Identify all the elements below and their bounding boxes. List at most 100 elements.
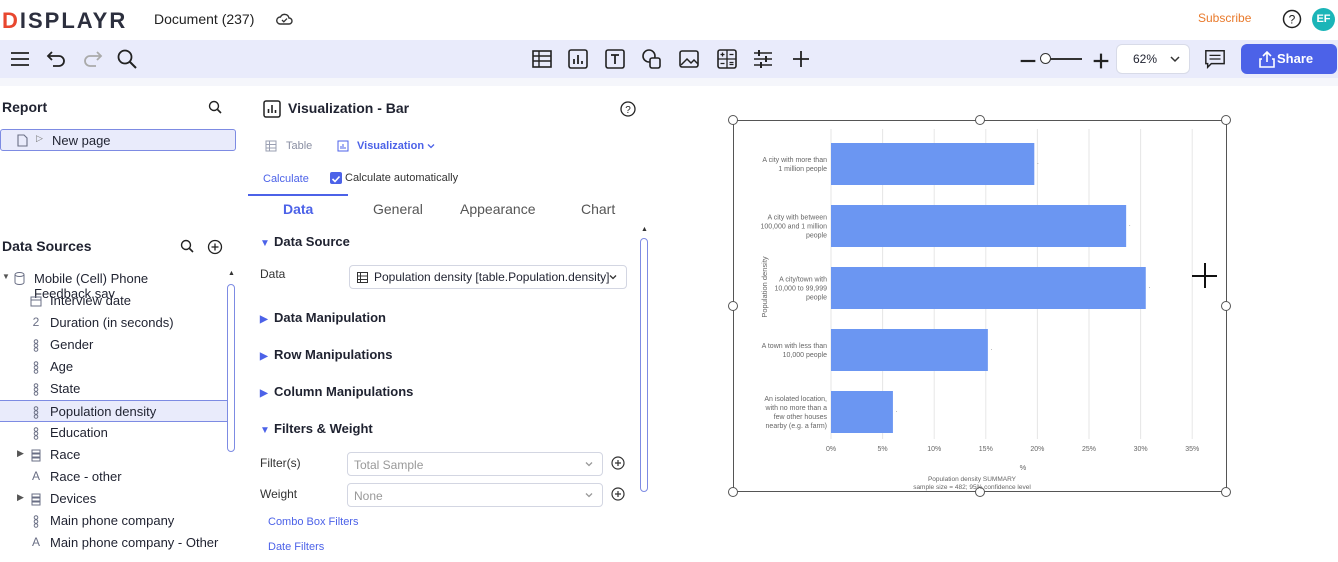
add-filter-icon[interactable] bbox=[611, 456, 625, 470]
expand-arrow-icon[interactable]: ▶ bbox=[17, 492, 24, 503]
variable-age[interactable]: Age bbox=[0, 356, 228, 378]
calculate-automatically-checkbox[interactable] bbox=[330, 172, 342, 184]
bar-marker: . bbox=[896, 408, 897, 414]
page-icon bbox=[17, 134, 28, 147]
calculate-button[interactable]: Calculate bbox=[263, 173, 309, 185]
controls-icon[interactable] bbox=[752, 48, 774, 70]
tab-general[interactable]: General bbox=[373, 201, 423, 217]
variable-label: State bbox=[50, 381, 81, 396]
menu-icon[interactable] bbox=[9, 48, 31, 70]
top-bar: DISPLAYR Document (237) Subscribe ? EF bbox=[0, 0, 1338, 40]
variable-race[interactable]: ▶ Race bbox=[0, 444, 228, 466]
variable-label: Race bbox=[50, 447, 81, 462]
section-column-manipulations[interactable]: ▶ Column Manipulations bbox=[260, 384, 413, 399]
table-icon bbox=[357, 272, 368, 283]
variable-main-phone-company[interactable]: Main phone company bbox=[0, 510, 228, 532]
x-tick-label: 10% bbox=[927, 446, 941, 453]
variable-interview-date[interactable]: Interview date bbox=[0, 290, 228, 312]
svg-text:?: ? bbox=[625, 105, 631, 116]
chevron-down-icon bbox=[585, 493, 593, 498]
chart-footer-sample: sample size = 482; 95% confidence level bbox=[913, 484, 1031, 491]
variable-label: Devices bbox=[50, 491, 97, 506]
text-icon[interactable] bbox=[604, 48, 626, 70]
tab-chart[interactable]: Chart bbox=[581, 201, 615, 217]
variable-duration[interactable]: 2 Duration (in seconds) bbox=[0, 312, 228, 334]
chart-icon[interactable] bbox=[567, 48, 589, 70]
variable-label: Main phone company - Other bbox=[50, 535, 219, 550]
expand-arrow-icon: ▶ bbox=[260, 314, 268, 325]
data-file-row[interactable]: ▼ Mobile (Cell) Phone Feedback.sav bbox=[0, 268, 228, 301]
expand-arrow-icon[interactable]: ▶ bbox=[17, 448, 24, 459]
weight-select[interactable]: None bbox=[347, 483, 603, 507]
page-item-new-page[interactable]: ▷ New page bbox=[0, 129, 236, 151]
weight-select-value: None bbox=[354, 489, 383, 503]
section-filters-weight[interactable]: ▼ Filters & Weight bbox=[260, 421, 373, 436]
add-data-source-icon[interactable] bbox=[207, 239, 223, 255]
category-label-line: 10,000 people bbox=[783, 352, 827, 359]
variable-education[interactable]: Education bbox=[0, 422, 228, 444]
document-title[interactable]: Document (237) bbox=[154, 11, 254, 27]
date-filters-link[interactable]: Date Filters bbox=[268, 541, 324, 553]
share-button[interactable]: Share bbox=[1241, 44, 1337, 74]
shapes-icon[interactable] bbox=[641, 48, 663, 70]
section-row-manipulations[interactable]: ▶ Row Manipulations bbox=[260, 347, 392, 362]
redo-icon[interactable] bbox=[81, 48, 103, 70]
zoom-in-icon[interactable] bbox=[1090, 50, 1112, 72]
x-tick-label: 0% bbox=[826, 446, 836, 453]
chevron-down-icon bbox=[585, 462, 593, 467]
category-label-line: An isolated location, bbox=[764, 396, 827, 403]
object-inspector: Visualization - Bar ? Table Visualizatio… bbox=[248, 86, 658, 562]
variable-population-density[interactable]: Population density bbox=[0, 400, 228, 422]
variable-gender[interactable]: Gender bbox=[0, 334, 228, 356]
help-icon[interactable]: ? bbox=[1282, 9, 1302, 29]
calculation-icon[interactable] bbox=[716, 48, 738, 70]
variable-label: Race - other bbox=[50, 469, 122, 484]
crumb-table[interactable]: Table bbox=[286, 140, 312, 152]
search-icon[interactable] bbox=[116, 48, 138, 70]
zoom-slider-handle[interactable] bbox=[1040, 53, 1051, 64]
section-data-manipulation[interactable]: ▶ Data Manipulation bbox=[260, 310, 386, 325]
tab-appearance[interactable]: Appearance bbox=[460, 201, 536, 217]
subscribe-link[interactable]: Subscribe bbox=[1198, 11, 1251, 25]
svg-text:?: ? bbox=[1289, 13, 1296, 27]
displayr-logo[interactable]: DISPLAYR bbox=[2, 8, 127, 34]
x-tick-label: 15% bbox=[979, 446, 993, 453]
user-avatar[interactable]: EF bbox=[1312, 8, 1335, 31]
data-sources-search-icon[interactable] bbox=[180, 239, 194, 253]
add-icon[interactable] bbox=[790, 48, 812, 70]
expand-arrow-icon: ▶ bbox=[260, 351, 268, 362]
bar-marker: . bbox=[1129, 222, 1130, 228]
filters-select[interactable]: Total Sample bbox=[347, 452, 603, 476]
scroll-up-icon[interactable]: ▲ bbox=[641, 226, 648, 233]
zoom-out-icon[interactable] bbox=[1017, 50, 1039, 72]
collapse-arrow-icon: ▼ bbox=[260, 238, 270, 249]
chevron-down-icon[interactable] bbox=[426, 141, 436, 151]
variable-race-other[interactable]: A Race - other bbox=[0, 466, 228, 488]
image-icon[interactable] bbox=[678, 48, 700, 70]
x-tick-label: 5% bbox=[878, 446, 888, 453]
category-label-line: 1 million people bbox=[778, 166, 827, 173]
variable-main-phone-company-other[interactable]: A Main phone company - Other bbox=[0, 532, 228, 554]
x-axis-label: % bbox=[1020, 463, 1027, 472]
category-label-line: A town with less than bbox=[762, 343, 827, 350]
add-weight-icon[interactable] bbox=[611, 487, 625, 501]
comment-icon[interactable] bbox=[1204, 48, 1226, 70]
bar-chart[interactable]: 0% 5% 10% 15% 20% 25% 30% 35%. A city with more … bbox=[734, 121, 1226, 491]
combo-box-filters-link[interactable]: Combo Box Filters bbox=[268, 516, 358, 528]
zoom-select[interactable]: 62% bbox=[1116, 44, 1190, 74]
section-data-source[interactable]: ▼ Data Source bbox=[260, 234, 350, 249]
undo-icon[interactable] bbox=[46, 48, 68, 70]
variable-devices[interactable]: ▶ Devices bbox=[0, 488, 228, 510]
data-sources-scrollbar[interactable] bbox=[227, 284, 235, 452]
crumb-visualization[interactable]: Visualization bbox=[357, 140, 424, 152]
variable-state[interactable]: State bbox=[0, 378, 228, 400]
report-search-icon[interactable] bbox=[208, 100, 222, 114]
scroll-up-icon[interactable]: ▲ bbox=[228, 270, 235, 277]
collapse-arrow-icon[interactable]: ▼ bbox=[2, 272, 10, 281]
inspector-help-icon[interactable]: ? bbox=[620, 101, 636, 117]
tab-data[interactable]: Data bbox=[283, 201, 313, 217]
inspector-scrollbar[interactable] bbox=[640, 238, 648, 492]
data-select[interactable]: Population density [table.Population.den… bbox=[349, 265, 627, 289]
expand-arrow-icon[interactable]: ▷ bbox=[36, 133, 43, 144]
table-icon[interactable] bbox=[531, 48, 553, 70]
